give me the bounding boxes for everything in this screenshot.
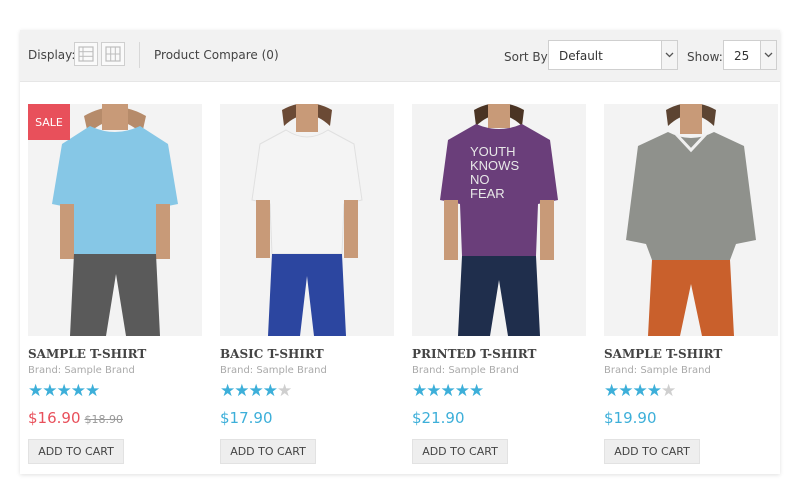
product-card: SALE SAMPLE T-SHIRT Brand: Sample Brand … bbox=[28, 104, 202, 464]
star-filled-icon: ★ bbox=[85, 381, 100, 401]
product-name[interactable]: SAMPLE T-SHIRT bbox=[604, 347, 722, 361]
product-image[interactable] bbox=[604, 104, 778, 336]
product-name[interactable]: SAMPLE T-SHIRT bbox=[28, 347, 146, 361]
toolbar-divider bbox=[139, 42, 140, 68]
product-card: YOUTH KNOWS NO FEAR PRINTED T-SHIRT Bran… bbox=[412, 104, 586, 464]
shirt-print-line: KNOWS bbox=[470, 158, 519, 173]
star-filled-icon: ★ bbox=[454, 381, 470, 401]
star-filled-icon: ★ bbox=[604, 381, 619, 401]
rating-stars: ★★★★★ bbox=[604, 381, 676, 401]
shirt-print-line: YOUTH bbox=[470, 144, 516, 159]
star-filled-icon: ★ bbox=[412, 381, 427, 401]
old-price: $18.90 bbox=[84, 413, 124, 426]
sort-by-value: Default bbox=[559, 49, 603, 63]
list-view-button[interactable] bbox=[74, 42, 98, 66]
star-filled-icon: ★ bbox=[440, 381, 456, 401]
shirt-print-line: NO bbox=[470, 172, 490, 187]
tshirt-model-image bbox=[220, 104, 394, 336]
star-filled-icon: ★ bbox=[42, 381, 57, 401]
sale-badge: SALE bbox=[28, 104, 70, 140]
grid-view-button[interactable] bbox=[101, 42, 125, 66]
product-price: $19.90 bbox=[604, 409, 657, 427]
product-brand: Brand: Sample Brand bbox=[604, 365, 711, 376]
star-empty-icon: ★ bbox=[277, 381, 292, 401]
product-brand: Brand: Sample Brand bbox=[28, 365, 135, 376]
listing-toolbar: Display: Product Compare (0) Sort By: De… bbox=[20, 30, 780, 82]
product-listing-panel: Display: Product Compare (0) Sort By: De… bbox=[20, 30, 780, 474]
star-filled-icon: ★ bbox=[262, 381, 278, 401]
tshirt-model-image bbox=[604, 104, 778, 336]
current-price: $19.90 bbox=[604, 409, 657, 427]
add-to-cart-button[interactable]: ADD TO CART bbox=[604, 439, 700, 464]
product-brand: Brand: Sample Brand bbox=[412, 365, 519, 376]
star-filled-icon: ★ bbox=[70, 381, 86, 401]
sort-by-label: Sort By: bbox=[504, 50, 551, 64]
star-filled-icon: ★ bbox=[220, 381, 235, 401]
show-limit-value: 25 bbox=[734, 49, 750, 63]
product-compare-link[interactable]: Product Compare (0) bbox=[154, 48, 279, 62]
product-name[interactable]: BASIC T-SHIRT bbox=[220, 347, 324, 361]
product-image[interactable]: YOUTH KNOWS NO FEAR bbox=[412, 104, 586, 336]
current-price: $16.90 bbox=[28, 409, 81, 427]
show-label: Show: bbox=[687, 50, 723, 64]
rating-stars: ★★★★★ bbox=[220, 381, 292, 401]
star-filled-icon: ★ bbox=[632, 381, 648, 401]
star-filled-icon: ★ bbox=[646, 381, 662, 401]
star-filled-icon: ★ bbox=[618, 381, 633, 401]
current-price: $17.90 bbox=[220, 409, 273, 427]
current-price: $21.90 bbox=[412, 409, 465, 427]
rating-stars: ★★★★★ bbox=[412, 381, 484, 401]
add-to-cart-button[interactable]: ADD TO CART bbox=[28, 439, 124, 464]
sort-by-select[interactable]: Default bbox=[548, 40, 678, 70]
tshirt-model-image: YOUTH KNOWS NO FEAR bbox=[412, 104, 586, 336]
add-to-cart-button[interactable]: ADD TO CART bbox=[412, 439, 508, 464]
chevron-down-icon bbox=[760, 41, 776, 69]
star-filled-icon: ★ bbox=[28, 381, 43, 401]
product-card: BASIC T-SHIRT Brand: Sample Brand ★★★★★ … bbox=[220, 104, 394, 464]
show-limit-select[interactable]: 25 bbox=[723, 40, 777, 70]
product-price: $16.90 $18.90 bbox=[28, 409, 123, 427]
add-to-cart-button[interactable]: ADD TO CART bbox=[220, 439, 316, 464]
star-filled-icon: ★ bbox=[234, 381, 249, 401]
rating-stars: ★★★★★ bbox=[28, 381, 100, 401]
shirt-print-line: FEAR bbox=[470, 186, 505, 201]
list-view-icon bbox=[78, 46, 94, 62]
product-image[interactable] bbox=[220, 104, 394, 336]
star-empty-icon: ★ bbox=[661, 381, 676, 401]
display-label: Display: bbox=[28, 48, 76, 62]
product-image[interactable]: SALE bbox=[28, 104, 202, 336]
star-filled-icon: ★ bbox=[56, 381, 72, 401]
chevron-down-icon bbox=[661, 41, 677, 69]
product-price: $17.90 bbox=[220, 409, 273, 427]
star-filled-icon: ★ bbox=[469, 381, 484, 401]
grid-view-icon bbox=[105, 46, 121, 62]
product-brand: Brand: Sample Brand bbox=[220, 365, 327, 376]
product-price: $21.90 bbox=[412, 409, 465, 427]
star-filled-icon: ★ bbox=[426, 381, 441, 401]
star-filled-icon: ★ bbox=[248, 381, 264, 401]
product-card: SAMPLE T-SHIRT Brand: Sample Brand ★★★★★… bbox=[604, 104, 778, 464]
product-name[interactable]: PRINTED T-SHIRT bbox=[412, 347, 536, 361]
